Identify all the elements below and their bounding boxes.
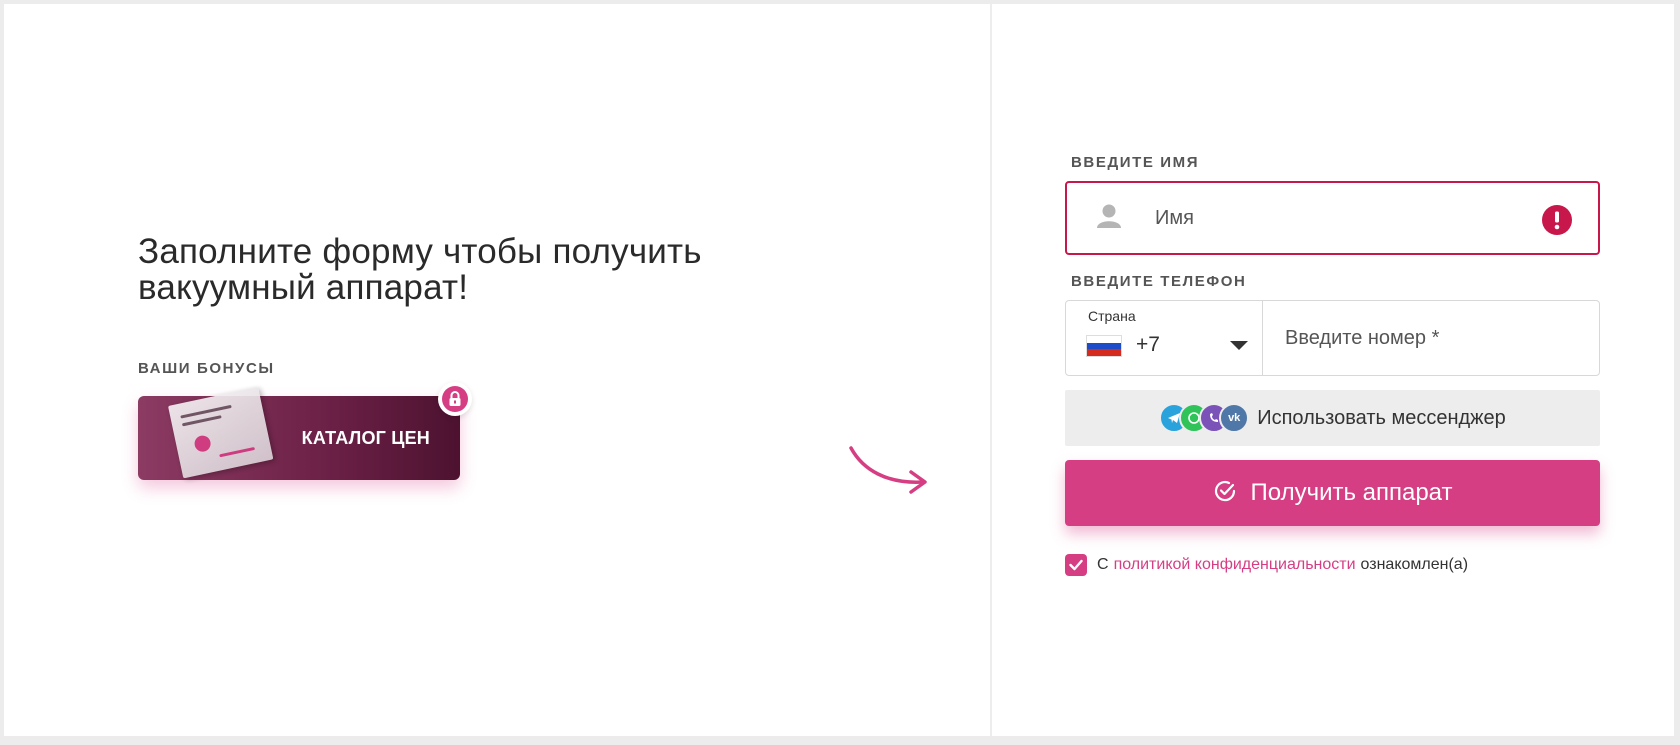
privacy-consent: С политикой конфиденциальности ознакомле…	[1065, 554, 1600, 576]
phone-input[interactable]	[1263, 301, 1599, 375]
order-form: ВВЕДИТЕ ИМЯ ВВЕДИТЕ ТЕЛЕФ	[1065, 154, 1600, 576]
phone-field: Страна +7	[1065, 300, 1600, 376]
name-field-label: ВВЕДИТЕ ИМЯ	[1071, 154, 1200, 171]
country-caption: Страна	[1088, 308, 1136, 324]
name-field[interactable]	[1065, 181, 1600, 255]
right-panel: ВВЕДИТЕ ИМЯ ВВЕДИТЕ ТЕЛЕФ	[992, 4, 1674, 736]
use-messenger-label: Использовать мессенджер	[1257, 406, 1506, 429]
chevron-down-icon	[1230, 341, 1248, 350]
country-select[interactable]: Страна +7	[1066, 301, 1263, 375]
lock-badge	[438, 382, 472, 416]
consent-prefix: С	[1097, 556, 1109, 573]
name-input[interactable]	[1153, 205, 1517, 231]
russia-flag-icon	[1086, 335, 1122, 357]
consent-suffix: ознакомлен(а)	[1360, 556, 1469, 573]
consent-checkbox[interactable]	[1065, 554, 1087, 576]
use-messenger-button[interactable]: vk Использовать мессенджер	[1065, 390, 1600, 446]
left-panel: Заполните форму чтобы получить вакуумный…	[4, 4, 992, 736]
vk-icon: vk	[1219, 403, 1250, 433]
check-circle-icon	[1213, 479, 1237, 508]
privacy-policy-link[interactable]: политикой конфиденциальности	[1114, 556, 1356, 574]
bonus-card-price-catalog[interactable]: КАТАЛОГ ЦЕН	[138, 382, 472, 480]
bonuses-label: ВАШИ БОНУСЫ	[138, 360, 275, 377]
phone-field-label: ВВЕДИТЕ ТЕЛЕФОН	[1071, 273, 1247, 290]
lock-icon	[442, 386, 468, 412]
get-device-label: Получить аппарат	[1250, 479, 1453, 506]
country-code: +7	[1136, 333, 1160, 356]
error-icon	[1542, 205, 1572, 240]
page-frame: Заполните форму чтобы получить вакуумный…	[4, 4, 1674, 736]
page-title: Заполните форму чтобы получить вакуумный…	[138, 232, 702, 307]
curved-arrow-icon	[847, 444, 933, 505]
catalog-book-image	[168, 386, 274, 479]
bonus-card-title: КАТАЛОГ ЦЕН	[301, 428, 430, 448]
user-icon	[1095, 203, 1123, 234]
messenger-icons: vk	[1159, 403, 1250, 433]
get-device-button[interactable]: Получить аппарат	[1065, 460, 1600, 526]
